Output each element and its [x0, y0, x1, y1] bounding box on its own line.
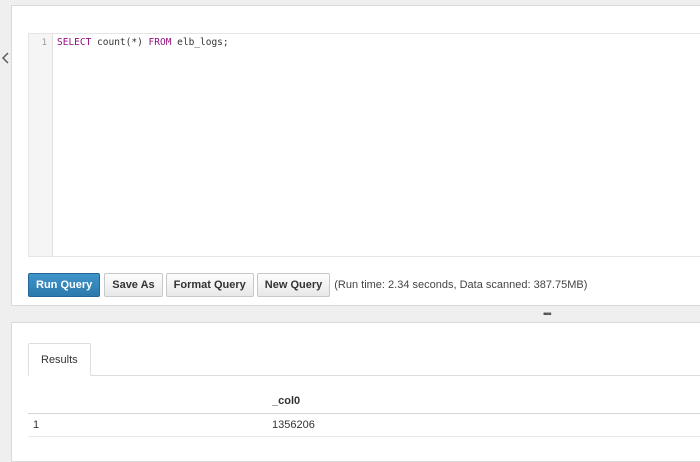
- run-query-button[interactable]: Run Query: [28, 273, 101, 297]
- value-cell: 1356206: [269, 413, 700, 437]
- results-panel: Results _col0 1 1356206: [11, 322, 700, 462]
- format-query-button[interactable]: Format Query: [165, 273, 254, 297]
- results-tabs: Results: [28, 343, 700, 376]
- code-line: SELECT count(*) FROM elb_logs;: [57, 37, 229, 48]
- line-number: 1: [41, 38, 47, 48]
- chevron-left-icon: [1, 52, 8, 64]
- header-row: _col0: [28, 389, 700, 414]
- table-row: 1 1356206: [28, 413, 700, 437]
- line-gutter: 1: [29, 34, 53, 256]
- sql-table-name: elb_logs;: [171, 37, 229, 48]
- sql-function: count(*): [91, 37, 149, 48]
- collapse-sidebar-button[interactable]: [0, 44, 10, 72]
- column-header-col0: _col0: [269, 389, 700, 414]
- run-stats: (Run time: 2.34 seconds, Data scanned: 3…: [334, 279, 588, 291]
- tab-results[interactable]: Results: [28, 343, 91, 376]
- sql-keyword-select: SELECT: [57, 37, 92, 48]
- drag-handle-icon[interactable]: ▪▪▪: [543, 310, 552, 320]
- results-table: _col0 1 1356206: [28, 389, 700, 437]
- column-header-row-number: [28, 389, 269, 414]
- query-toolbar: Run Query Save As Format Query New Query…: [28, 273, 587, 297]
- row-number-cell: 1: [28, 413, 269, 437]
- query-editor-panel: 1 SELECT count(*) FROM elb_logs; Run Que…: [11, 5, 700, 306]
- new-query-button[interactable]: New Query: [256, 273, 331, 297]
- sql-keyword-from: FROM: [148, 37, 172, 48]
- sql-editor[interactable]: 1 SELECT count(*) FROM elb_logs;: [28, 33, 700, 257]
- save-as-button[interactable]: Save As: [104, 273, 163, 297]
